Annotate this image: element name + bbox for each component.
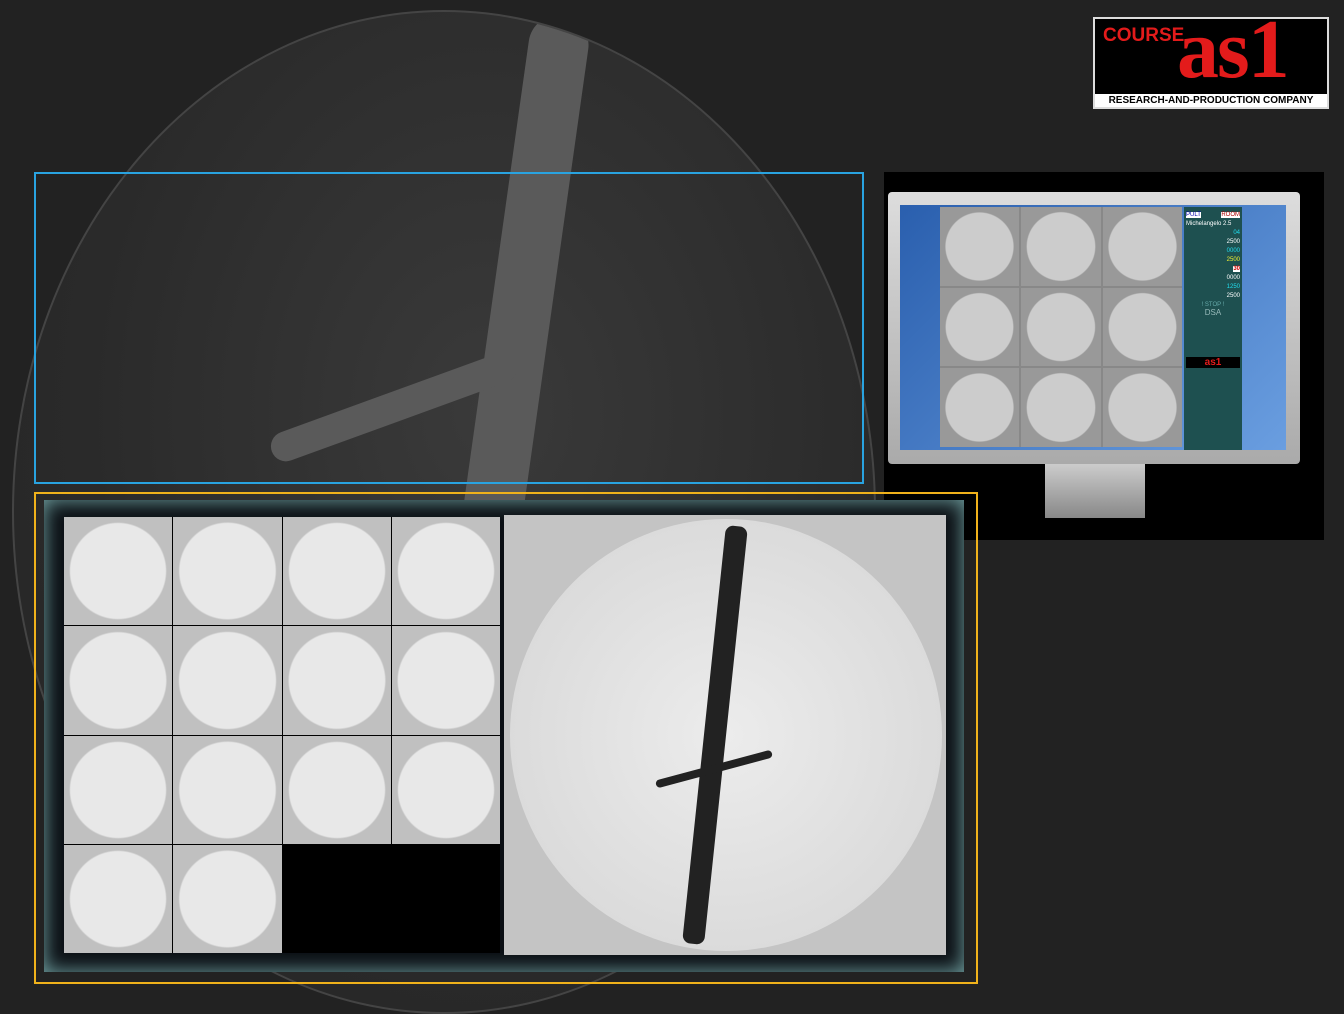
logo-course: COURSE	[1103, 25, 1185, 46]
company-logo: COURSE as1 RESEARCH-AND-PRODUCTION COMPA…	[1093, 3, 1329, 109]
value-0: 04	[1233, 230, 1240, 236]
highlight-box-orange	[34, 492, 978, 984]
mode-label: DSA	[1204, 308, 1222, 317]
counter-2: 2500	[1226, 293, 1240, 299]
highlight-box-blue	[34, 172, 864, 484]
frame-rate: 30	[1233, 266, 1240, 272]
logo-tagline: RESEARCH-AND-PRODUCTION COMPANY	[1095, 94, 1327, 107]
value-1: 2500	[1226, 239, 1240, 245]
panel-footer-logo: as1	[1186, 357, 1240, 368]
panel-title: Michelangelo 2.5	[1186, 221, 1232, 227]
value-2: 0000	[1226, 248, 1240, 254]
value-3: 2500	[1226, 257, 1240, 263]
monitor-stand	[1045, 464, 1145, 518]
room-button[interactable]: ROOM	[1221, 212, 1240, 218]
counter-1: 1250	[1226, 284, 1240, 290]
monitor-thumbnail-grid	[940, 207, 1182, 447]
counter-0: 0000	[1226, 275, 1240, 281]
control-panel: PULT ROOM Michelangelo 2.5 04 2500 0000 2…	[1184, 207, 1242, 450]
pult-button[interactable]: PULT	[1186, 212, 1201, 218]
logo-brand: as1	[1177, 3, 1290, 96]
